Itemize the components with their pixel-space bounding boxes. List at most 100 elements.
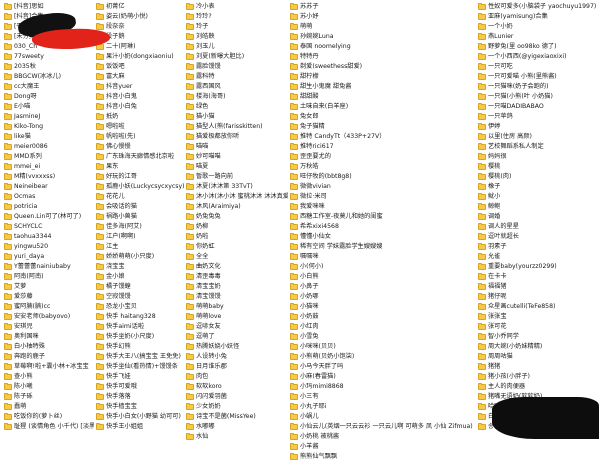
folder-icon <box>4 142 12 150</box>
folder-icon <box>4 322 12 330</box>
folder-icon <box>4 242 12 250</box>
folder-icon <box>478 192 486 200</box>
folder-icon <box>96 382 104 390</box>
folder-icon <box>4 212 12 220</box>
folder-icon <box>186 372 194 380</box>
folder-icon <box>290 372 298 380</box>
folder-icon <box>186 202 194 210</box>
folder-icon <box>290 62 298 70</box>
folder-icon <box>478 202 486 210</box>
folder-icon <box>290 232 298 240</box>
folder-icon <box>96 72 104 80</box>
folder-icon <box>4 382 12 390</box>
folder-icon <box>4 312 12 320</box>
folder-icon <box>478 72 486 80</box>
folder-icon <box>96 322 104 330</box>
folder-icon <box>478 82 486 90</box>
folder-icon <box>4 412 12 420</box>
folder-icon <box>290 222 298 230</box>
folder-icon <box>4 82 12 90</box>
folder-icon <box>4 122 12 130</box>
folder-icon <box>478 272 486 280</box>
folder-icon <box>96 422 104 430</box>
folder-icon <box>478 182 486 190</box>
folder-icon <box>4 272 12 280</box>
folder-icon <box>478 262 486 270</box>
folder-icon <box>96 242 104 250</box>
folder-icon <box>290 392 298 400</box>
folder-icon <box>290 112 298 120</box>
folder-icon <box>186 312 194 320</box>
folder-icon <box>290 412 298 420</box>
folder-icon <box>186 32 194 40</box>
folder-icon <box>478 282 486 290</box>
folder-icon <box>290 332 298 340</box>
folder-icon <box>96 12 104 20</box>
folder-item[interactable]: 耻猩 (谈情角色 小千代) [淡黑] <box>4 421 94 432</box>
folder-icon <box>96 362 104 370</box>
folder-icon <box>4 172 12 180</box>
folder-icon <box>186 192 194 200</box>
folder-icon <box>290 72 298 80</box>
folder-icon <box>186 92 194 100</box>
folder-icon <box>96 52 104 60</box>
folder-icon <box>290 122 298 130</box>
folder-icon <box>186 422 194 430</box>
folder-icon <box>4 372 12 380</box>
folder-icon <box>186 392 194 400</box>
folder-icon <box>290 2 298 10</box>
folder-icon <box>478 32 486 40</box>
folder-icon <box>186 22 194 30</box>
folder-item[interactable]: 熊熊仙气飘飘 <box>290 451 476 462</box>
folder-icon <box>290 32 298 40</box>
folder-icon <box>186 222 194 230</box>
folder-icon <box>4 42 12 50</box>
folder-icon <box>4 182 12 190</box>
folder-icon <box>290 212 298 220</box>
folder-icon <box>478 352 486 360</box>
folder-icon <box>186 382 194 390</box>
folder-icon <box>4 332 12 340</box>
folder-icon <box>96 392 104 400</box>
folder-icon <box>290 272 298 280</box>
redaction-mark <box>492 397 599 439</box>
folder-icon <box>478 422 486 430</box>
folder-icon <box>96 262 104 270</box>
folder-icon <box>186 332 194 340</box>
folder-icon <box>4 222 12 230</box>
folder-icon <box>4 22 12 30</box>
folder-icon <box>96 92 104 100</box>
folder-icon <box>4 112 12 120</box>
folder-icon <box>290 452 298 460</box>
folder-item[interactable]: 水仙 <box>186 431 288 442</box>
folder-icon <box>96 352 104 360</box>
folder-icon <box>186 352 194 360</box>
folder-icon <box>96 102 104 110</box>
folder-icon <box>186 292 194 300</box>
folder-icon <box>4 72 12 80</box>
folder-icon <box>4 252 12 260</box>
folder-icon <box>96 252 104 260</box>
folder-icon <box>186 322 194 330</box>
folder-icon <box>186 132 194 140</box>
folder-icon <box>96 132 104 140</box>
folder-label: 熊熊仙气飘飘 <box>300 453 338 460</box>
folder-icon <box>4 342 12 350</box>
folder-icon <box>478 222 486 230</box>
folder-icon <box>290 422 298 430</box>
folder-icon <box>96 372 104 380</box>
folder-icon <box>290 292 298 300</box>
folder-icon <box>4 132 12 140</box>
folder-icon <box>96 152 104 160</box>
folder-icon <box>478 112 486 120</box>
folder-icon <box>478 382 486 390</box>
folder-icon <box>290 12 298 20</box>
folder-icon <box>478 412 486 420</box>
folder-icon <box>478 292 486 300</box>
folder-icon <box>186 412 194 420</box>
folder-icon <box>478 2 486 10</box>
folder-icon <box>478 392 486 400</box>
folder-icon <box>478 22 486 30</box>
folder-icon <box>290 102 298 110</box>
folder-item[interactable]: 快手王小姐姐 <box>96 421 184 432</box>
